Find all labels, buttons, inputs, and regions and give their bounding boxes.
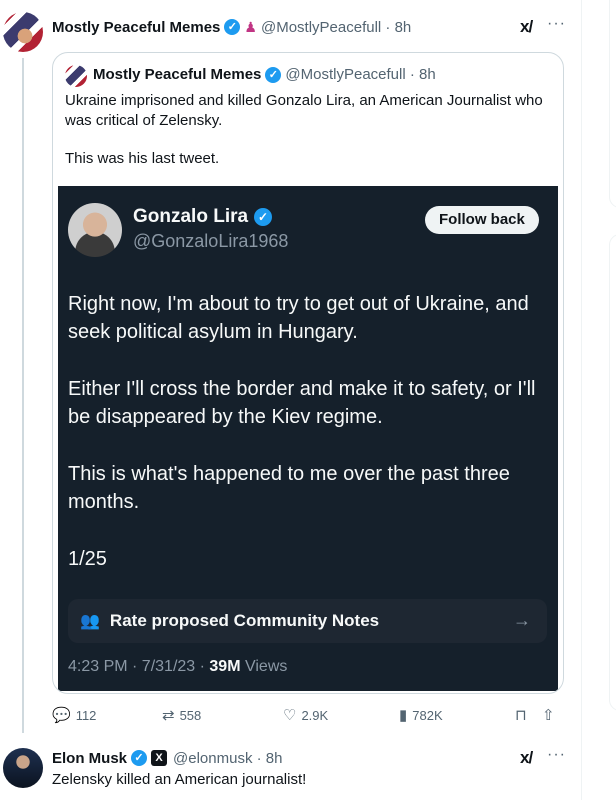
avatar (65, 65, 87, 87)
like-count: 2.9K (301, 707, 329, 723)
screenshot-paragraph: Right now, I'm about to try to get out o… (68, 293, 529, 343)
quote-text: Ukraine imprisoned and killed Gonzalo Li… (65, 91, 555, 169)
author-name: Mostly Peaceful Memes (93, 66, 262, 83)
screenshot-author-name: Gonzalo Lira ✓ (133, 206, 276, 228)
more-icon[interactable]: ··· (547, 15, 566, 33)
community-notes-bar: 👥 Rate proposed Community Notes → (68, 599, 547, 643)
avatar[interactable] (3, 12, 43, 52)
repost-icon: ⇄ (162, 707, 175, 724)
quote-text-line: Ukraine imprisoned and killed Gonzalo Li… (65, 92, 543, 129)
reply-icon: 💬 (52, 707, 71, 724)
avatar (68, 203, 122, 257)
screenshot-paragraph: Either I'll cross the border and make it… (68, 378, 536, 428)
author-handle-time: @MostlyPeacefull · 8h (285, 66, 436, 83)
reply-button[interactable]: 💬 112 (52, 706, 96, 724)
share-icon: ⇧ (542, 707, 555, 724)
view-count: 782K (412, 707, 443, 723)
like-button[interactable]: ♡ 2.9K (283, 706, 328, 724)
bookmark-button[interactable]: ⊓ (515, 706, 532, 724)
follow-back-button: Follow back (425, 206, 539, 234)
screenshot-paragraph: This is what's happened to me over the p… (68, 463, 510, 513)
sidebar-card (609, 234, 616, 711)
screenshot-views-label: Views (240, 658, 288, 675)
verified-badge-icon: ✓ (254, 208, 273, 226)
grok-icon[interactable]: x/ (520, 748, 533, 768)
author-name[interactable]: Elon Musk (52, 750, 127, 767)
screenshot-views-count: 39M (209, 658, 241, 675)
screenshot-time-date: 4:23 PM · 7/31/23 · (68, 658, 210, 675)
tweet-screenshot-image[interactable]: Gonzalo Lira ✓ @GonzaloLira1968 Follow b… (58, 186, 558, 691)
screenshot-body: Right now, I'm about to try to get out o… (68, 290, 548, 573)
verified-badge-icon: ✓ (265, 66, 282, 83)
heart-icon: ♡ (283, 707, 297, 724)
grok-icon[interactable]: x/ (520, 17, 533, 37)
people-icon: 👥 (80, 613, 100, 630)
bookmark-icon: ⊓ (515, 707, 527, 724)
reply-text: Zelensky killed an American journalist! (52, 771, 307, 788)
avatar[interactable] (3, 748, 43, 788)
arrow-right-icon: → (513, 610, 531, 630)
verified-badge-icon: ✓ (131, 750, 148, 766)
screenshot-name-text: Gonzalo Lira (133, 206, 249, 227)
person-emoji-icon: ♟ (244, 18, 257, 35)
screenshot-meta: 4:23 PM · 7/31/23 · 39M Views (68, 658, 287, 676)
reply-header: Elon Musk ✓ X @elonmusk · 8h (52, 748, 282, 768)
thread-line (22, 58, 24, 733)
x-affiliate-icon: X (151, 750, 168, 766)
tweet-actions: 💬 112 ⇄ 558 ♡ 2.9K ▮ 782K ⊓ ⇧ (52, 704, 562, 726)
author-handle-time[interactable]: @elonmusk · 8h (173, 750, 282, 767)
verified-badge-icon: ✓ (224, 19, 241, 35)
repost-count: 558 (179, 707, 202, 723)
sidebar-card (609, 0, 616, 208)
quoted-tweet[interactable]: Mostly Peaceful Memes ✓ @MostlyPeacefull… (52, 52, 564, 694)
quote-header: Mostly Peaceful Memes ✓ @MostlyPeacefull… (93, 66, 436, 83)
screenshot-paragraph: 1/25 (68, 548, 107, 570)
reply-count: 112 (75, 707, 97, 723)
screenshot-handle: @GonzaloLira1968 (133, 231, 289, 251)
author-handle-time[interactable]: @MostlyPeacefull · 8h (261, 19, 411, 36)
repost-button[interactable]: ⇄ 558 (162, 706, 201, 724)
community-notes-label: Rate proposed Community Notes (109, 611, 380, 630)
more-icon[interactable]: ··· (547, 746, 566, 764)
bar-chart-icon: ▮ (399, 707, 408, 724)
quote-text-line: This was his last tweet. (65, 150, 220, 167)
views-button[interactable]: ▮ 782K (399, 706, 443, 724)
tweet-header: Mostly Peaceful Memes ✓ ♟ @MostlyPeacefu… (52, 17, 411, 37)
author-name[interactable]: Mostly Peaceful Memes (52, 19, 220, 36)
share-button[interactable]: ⇧ (542, 706, 560, 724)
